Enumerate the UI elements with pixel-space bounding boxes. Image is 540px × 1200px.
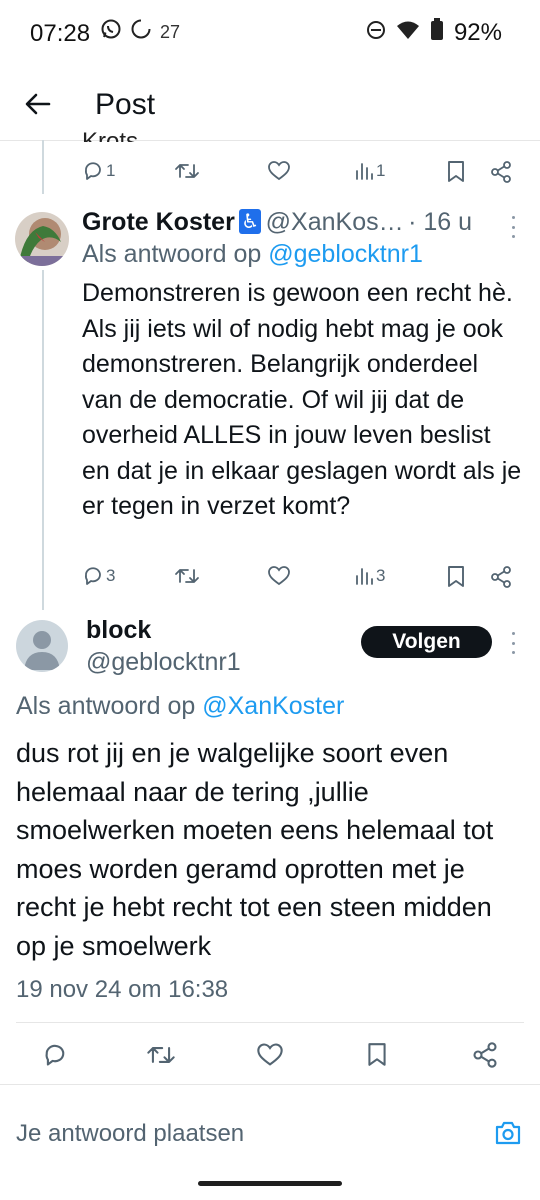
reply-icon — [84, 567, 101, 585]
share-button[interactable] — [470, 1040, 500, 1070]
repost-icon — [147, 1047, 175, 1063]
user-handle[interactable]: @geblocktnr1 — [86, 648, 241, 677]
reply-button[interactable] — [40, 1040, 70, 1070]
bookmark-button[interactable] — [446, 160, 466, 184]
reply-context: Als antwoord op @XanKoster — [16, 692, 344, 721]
more-options-button[interactable] — [508, 216, 518, 238]
camera-button[interactable] — [494, 1120, 522, 1151]
views-chart-icon — [356, 163, 373, 180]
repost-button[interactable] — [174, 565, 200, 587]
whatsapp-icon — [100, 18, 122, 47]
default-avatar[interactable] — [16, 620, 68, 672]
status-left-icons: 27 — [100, 18, 180, 47]
do-not-disturb-icon — [366, 19, 386, 47]
like-button[interactable] — [267, 565, 291, 587]
reply-context: Als antwoord op @geblocktnr1 — [82, 240, 423, 269]
bookmark-button[interactable] — [446, 565, 466, 589]
post-time: · 16 u — [408, 208, 472, 236]
tweet-text: Demonstreren is gewoon een recht hè. Als… — [82, 279, 522, 520]
divider — [0, 1084, 540, 1085]
reply-prefix: Als antwoord op — [82, 240, 262, 268]
battery-percent: 92% — [453, 18, 502, 46]
loading-circle-icon — [130, 18, 152, 47]
status-time: 07:28 — [30, 20, 91, 47]
repost-button[interactable] — [146, 1040, 176, 1070]
like-button[interactable] — [255, 1040, 285, 1070]
share-icon — [473, 1042, 497, 1068]
camera-icon — [495, 1121, 521, 1145]
repost-button[interactable] — [174, 160, 200, 182]
bookmark-button[interactable] — [362, 1040, 392, 1070]
views-count: 3 — [376, 566, 386, 585]
heart-icon — [268, 566, 290, 586]
reply-to-link[interactable]: @geblocktnr1 — [268, 240, 423, 268]
page-title: Post — [95, 88, 156, 121]
default-user-icon — [24, 631, 60, 670]
reply-icon — [84, 162, 101, 180]
reply-tweet-header: Grote Koster ♿ @XanKos… · 16 u — [82, 208, 507, 237]
reply-compose-input[interactable]: Je antwoord plaatsen — [16, 1120, 244, 1148]
heart-icon — [268, 161, 290, 181]
thread-line — [42, 270, 44, 610]
arrow-left-icon — [25, 93, 51, 115]
status-right-icons: 92% — [366, 18, 502, 47]
views-chart-icon — [356, 568, 373, 585]
share-icon — [491, 161, 511, 183]
app-bar: Post — [0, 68, 540, 141]
heart-icon — [257, 1043, 283, 1066]
bookmark-icon — [448, 566, 464, 587]
bookmark-icon — [448, 161, 464, 182]
views-button[interactable]: 1 — [354, 160, 385, 182]
share-button[interactable] — [489, 565, 513, 589]
avatar-photo — [15, 212, 69, 266]
bookmark-icon — [368, 1043, 386, 1066]
follow-button[interactable]: Volgen — [361, 626, 492, 658]
wifi-icon — [396, 19, 420, 47]
reply-prefix: Als antwoord op — [16, 692, 196, 720]
reply-tweet-actions: 3 3 — [82, 565, 522, 595]
display-name[interactable]: block — [86, 616, 151, 645]
accessibility-badge-icon: ♿ — [239, 209, 262, 234]
post-timestamp[interactable]: 19 nov 24 om 16:38 — [16, 976, 228, 1004]
status-bar: 07:28 27 92% — [0, 0, 540, 68]
reply-to-link[interactable]: @XanKoster — [202, 692, 344, 720]
like-button[interactable] — [267, 160, 291, 182]
views-count: 1 — [376, 161, 386, 180]
back-button[interactable] — [18, 84, 58, 124]
reply-count: 1 — [106, 161, 116, 180]
share-button[interactable] — [489, 160, 513, 184]
parent-tweet-actions: 1 1 — [82, 160, 522, 190]
repost-icon — [175, 164, 199, 178]
views-button[interactable]: 3 — [354, 565, 385, 587]
tweet-text: dus rot jij en je walgelijke soort even … — [16, 738, 494, 961]
parent-tweet-cut-text: Krots — [82, 128, 139, 142]
display-name[interactable]: Grote Koster — [82, 208, 235, 236]
divider — [16, 1022, 524, 1023]
share-icon — [491, 566, 511, 588]
user-handle[interactable]: @XanKos… — [266, 208, 404, 236]
home-indicator[interactable] — [198, 1181, 342, 1186]
avatar[interactable] — [15, 212, 69, 266]
notification-count: 27 — [160, 22, 181, 42]
reply-button[interactable]: 3 — [82, 565, 115, 587]
more-options-button[interactable] — [508, 632, 518, 654]
thread-line — [42, 140, 44, 194]
reply-button[interactable]: 1 — [82, 160, 115, 182]
repost-icon — [175, 569, 199, 583]
reply-icon — [45, 1044, 65, 1066]
reply-count: 3 — [106, 566, 116, 585]
battery-icon — [430, 18, 444, 47]
